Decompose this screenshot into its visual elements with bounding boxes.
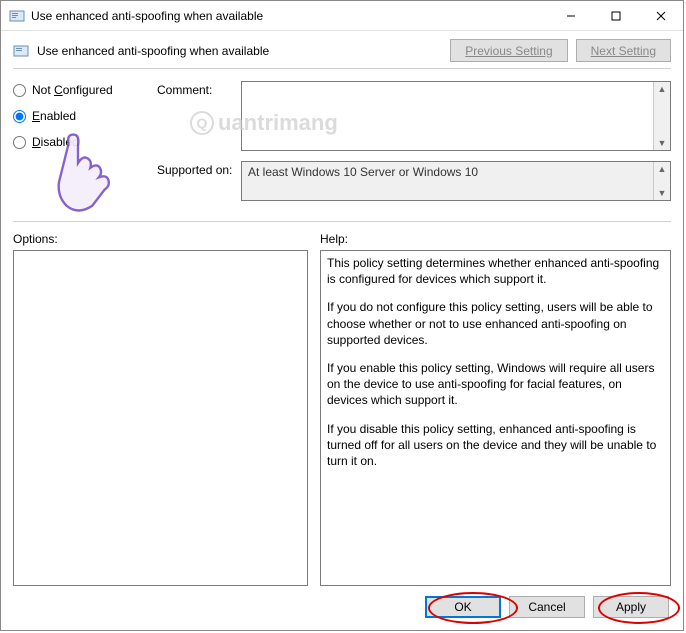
header-row: Use enhanced anti-spoofing when availabl… <box>1 31 683 68</box>
scroll-down-icon: ▼ <box>654 186 670 200</box>
help-paragraph: If you disable this policy setting, enha… <box>327 421 664 470</box>
minimize-button[interactable] <box>548 1 593 30</box>
cancel-button[interactable]: Cancel <box>509 596 585 618</box>
comment-textarea[interactable] <box>242 82 653 150</box>
help-label: Help: <box>320 232 671 246</box>
minimize-icon <box>566 11 576 21</box>
state-radio-group: Not Configured Enabled Disabled <box>13 81 153 149</box>
policy-icon <box>9 8 25 24</box>
dialog-footer: OK Cancel Apply <box>1 586 683 630</box>
radio-not-configured-input[interactable] <box>13 84 26 97</box>
previous-setting-button[interactable]: Previous Setting <box>450 39 567 62</box>
supported-field-wrap: At least Windows 10 Server or Windows 10… <box>241 161 671 201</box>
radio-disabled-input[interactable] <box>13 136 26 149</box>
ok-button[interactable]: OK <box>425 596 501 618</box>
help-box[interactable]: This policy setting determines whether e… <box>320 250 671 586</box>
scrollbar[interactable]: ▲ ▼ <box>653 162 670 200</box>
supported-on-text: At least Windows 10 Server or Windows 10 <box>242 162 653 200</box>
maximize-icon <box>611 11 621 21</box>
radio-disabled-label: Disabled <box>32 135 79 149</box>
next-setting-button[interactable]: Next Setting <box>576 39 671 62</box>
scrollbar[interactable]: ▲ ▼ <box>653 82 670 150</box>
radio-not-configured-label: Not Configured <box>32 83 113 97</box>
window-title: Use enhanced anti-spoofing when availabl… <box>31 9 548 23</box>
options-box[interactable] <box>13 250 308 586</box>
comment-field-wrap: ▲ ▼ <box>241 81 671 151</box>
comment-label: Comment: <box>157 81 237 97</box>
help-paragraph: This policy setting determines whether e… <box>327 255 664 287</box>
scroll-up-icon: ▲ <box>654 162 670 176</box>
policy-editor-window: Use enhanced anti-spoofing when availabl… <box>0 0 684 631</box>
options-label: Options: <box>13 232 308 246</box>
help-paragraph: If you enable this policy setting, Windo… <box>327 360 664 409</box>
supported-label: Supported on: <box>157 161 237 177</box>
maximize-button[interactable] <box>593 1 638 30</box>
scroll-up-icon: ▲ <box>654 82 670 96</box>
radio-enabled[interactable]: Enabled <box>13 109 153 123</box>
close-button[interactable] <box>638 1 683 30</box>
scroll-down-icon: ▼ <box>654 136 670 150</box>
policy-title: Use enhanced anti-spoofing when availabl… <box>37 44 442 58</box>
radio-enabled-input[interactable] <box>13 110 26 123</box>
close-icon <box>656 11 666 21</box>
upper-settings: Not Configured Enabled Disabled Comment:… <box>1 69 683 211</box>
radio-enabled-label: Enabled <box>32 109 76 123</box>
help-column: Help: This policy setting determines whe… <box>320 232 671 586</box>
apply-button[interactable]: Apply <box>593 596 669 618</box>
policy-icon <box>13 43 29 59</box>
titlebar: Use enhanced anti-spoofing when availabl… <box>1 1 683 31</box>
radio-not-configured[interactable]: Not Configured <box>13 83 153 97</box>
options-column: Options: <box>13 232 308 586</box>
lower-panels: Options: Help: This policy setting deter… <box>1 222 683 586</box>
help-paragraph: If you do not configure this policy sett… <box>327 299 664 348</box>
radio-disabled[interactable]: Disabled <box>13 135 153 149</box>
